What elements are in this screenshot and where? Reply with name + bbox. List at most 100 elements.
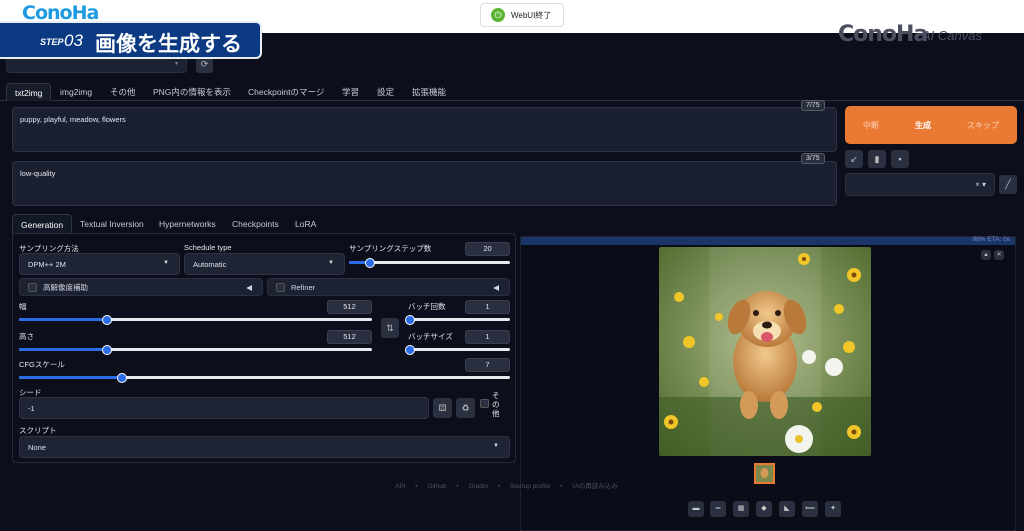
brand-subtitle: AI Canvas — [922, 28, 982, 43]
seed-input[interactable]: -1 — [19, 397, 429, 419]
send-extras-icon[interactable]: ⟸ — [802, 501, 818, 517]
width-slider[interactable] — [19, 314, 372, 325]
webui-quit-button[interactable]: ⏻ WebUI終了 — [480, 3, 564, 27]
tab-hypernetworks[interactable]: Hypernetworks — [159, 214, 216, 234]
result-thumbnail[interactable] — [754, 463, 775, 484]
puppy-image — [659, 247, 871, 456]
tab-png-info[interactable]: PNG内の情報を表示 — [153, 83, 231, 101]
dice-icon[interactable]: ⚄ — [433, 398, 452, 418]
slider-thumb[interactable] — [117, 372, 128, 383]
batch-count-slider[interactable] — [405, 314, 510, 325]
caret-down-icon: ▼ — [328, 260, 334, 266]
extra-seed-checkbox[interactable] — [480, 399, 489, 408]
width-input[interactable]: 512 — [327, 300, 372, 314]
negative-prompt-input[interactable]: low-quality — [12, 161, 837, 206]
footer-link-reload[interactable]: UIの再読み込み — [572, 483, 618, 490]
refiner-checkbox[interactable] — [276, 282, 285, 292]
cfg-label: CFGスケール — [19, 360, 65, 369]
sparkle-icon[interactable]: ✦ — [825, 501, 841, 517]
batch-count-input[interactable]: 1 — [465, 300, 510, 314]
slider-fill — [19, 318, 108, 321]
footer-link-gradio[interactable]: Gradio — [468, 483, 488, 490]
footer-links: API • Github • Gradio • Startup profile … — [395, 480, 618, 490]
height-input[interactable]: 512 — [327, 330, 372, 344]
zip-icon[interactable]: ▦ — [733, 501, 749, 517]
folder-icon[interactable]: ▬ — [688, 501, 704, 517]
generate-label[interactable]: 生成 — [915, 120, 931, 131]
slider-thumb[interactable] — [405, 344, 416, 355]
caret-down-icon: ▼ — [493, 443, 499, 449]
step-title: 画像を生成する — [95, 32, 242, 56]
prompt-token-counter: 7/75 — [801, 100, 825, 111]
triangle-left-icon: ◀ — [246, 283, 252, 292]
height-slider[interactable] — [19, 344, 372, 355]
save-icon[interactable]: ═ — [710, 501, 726, 517]
footer-link-github[interactable]: Github — [427, 483, 446, 490]
slider-fill — [19, 376, 123, 379]
swap-dimensions-icon[interactable]: ⇅ — [381, 318, 399, 338]
schedule-value: Automatic — [193, 260, 227, 269]
slider-thumb[interactable] — [102, 344, 113, 355]
cfg-slider[interactable] — [19, 372, 510, 383]
steps-slider[interactable] — [349, 257, 510, 268]
progress-bar — [521, 237, 1015, 245]
progress-text: 98% ETA: 0s — [972, 236, 1010, 243]
tab-checkpoint-merge[interactable]: Checkpointのマージ — [248, 83, 324, 101]
hires-fix-accordion[interactable]: 高解像度補助 ◀ — [19, 278, 263, 296]
tab-settings[interactable]: 設定 — [377, 83, 394, 101]
tab-img2img[interactable]: img2img — [60, 83, 92, 101]
tab-other[interactable]: その他 — [110, 83, 136, 101]
step-banner: STEP 03 画像を生成する — [0, 21, 262, 59]
tab-lora[interactable]: LoRA — [295, 214, 316, 234]
schedule-dropdown[interactable]: Automatic ▼ — [184, 253, 345, 275]
tab-textual-inversion[interactable]: Textual Inversion — [80, 214, 144, 234]
batch-size-slider[interactable] — [405, 344, 510, 355]
generated-image[interactable] — [659, 247, 871, 456]
refiner-accordion[interactable]: Refiner ◀ — [267, 278, 510, 296]
slider-thumb[interactable] — [364, 257, 375, 268]
schedule-label: Schedule type — [184, 243, 232, 252]
script-dropdown[interactable]: None ▼ — [19, 436, 510, 458]
tab-checkpoints[interactable]: Checkpoints — [232, 214, 279, 234]
power-icon: ⏻ — [491, 8, 505, 22]
download-icon[interactable]: ▲ — [981, 250, 991, 260]
footer-link-api[interactable]: API — [395, 483, 405, 490]
send-img2img-icon[interactable]: ◆ — [756, 501, 772, 517]
generate-button[interactable]: 中断 生成 スキップ — [845, 106, 1017, 144]
seed-value: -1 — [28, 404, 35, 413]
prompt-input[interactable]: puppy, playful, meadow, flowers — [12, 107, 837, 152]
hires-checkbox[interactable] — [28, 282, 37, 292]
skip-button[interactable]: スキップ — [967, 120, 999, 131]
tab-extensions[interactable]: 拡張機能 — [412, 83, 446, 101]
tab-txt2img[interactable]: txt2img — [6, 83, 52, 101]
read-params-icon[interactable]: ↙ — [845, 150, 863, 168]
tab-train[interactable]: 学習 — [342, 83, 359, 101]
prompt-text: puppy, playful, meadow, flowers — [20, 115, 126, 124]
send-inpaint-icon[interactable]: ◣ — [779, 501, 795, 517]
script-value: None — [28, 443, 46, 452]
edit-style-icon[interactable]: ╱ — [999, 175, 1017, 194]
slider-thumb[interactable] — [102, 314, 113, 325]
interrupt-button[interactable]: 中断 — [863, 120, 879, 131]
cfg-input[interactable]: 7 — [465, 358, 510, 372]
brand-logo: ConoHa — [838, 22, 928, 47]
hires-label: 高解像度補助 — [43, 282, 88, 292]
sampler-dropdown[interactable]: DPM++ 2M ▼ — [19, 253, 180, 275]
steps-input[interactable]: 20 — [465, 242, 510, 256]
style-select[interactable]: × ▾ — [845, 173, 995, 196]
trash-icon[interactable]: ▮ — [868, 150, 886, 168]
batch-size-input[interactable]: 1 — [465, 330, 510, 344]
script-label: スクリプト — [19, 426, 57, 435]
height-label: 高さ — [19, 332, 34, 341]
extra-seed-label: その他 — [492, 391, 500, 418]
batch-size-label: バッチサイズ — [408, 332, 453, 341]
step-number: 03 — [64, 31, 83, 50]
tab-generation[interactable]: Generation — [12, 214, 73, 234]
step-label: STEP — [40, 37, 64, 47]
slider-thumb[interactable] — [405, 314, 416, 325]
close-icon[interactable]: ✕ — [994, 250, 1004, 260]
footer-link-startup[interactable]: Startup profile — [510, 483, 550, 490]
clipboard-icon[interactable]: ▪ — [891, 150, 909, 168]
slider-fill — [19, 348, 108, 351]
recycle-icon[interactable]: ♻ — [456, 398, 475, 418]
